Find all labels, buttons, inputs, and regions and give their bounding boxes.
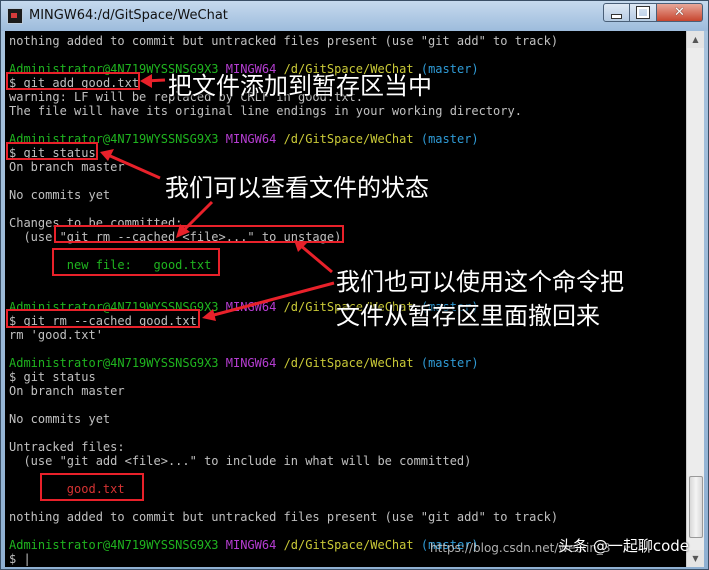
annotation-unstage-line1: 我们也可以使用这个命令把: [336, 268, 624, 296]
annotation-add-to-stage: 把文件添加到暂存区当中: [168, 72, 432, 100]
watermark-source: 头条 @一起聊code: [558, 537, 689, 555]
annotation-unstage-line2: 文件从暂存区里面撤回来: [336, 302, 600, 330]
annotation-check-status: 我们可以查看文件的状态: [165, 174, 429, 202]
